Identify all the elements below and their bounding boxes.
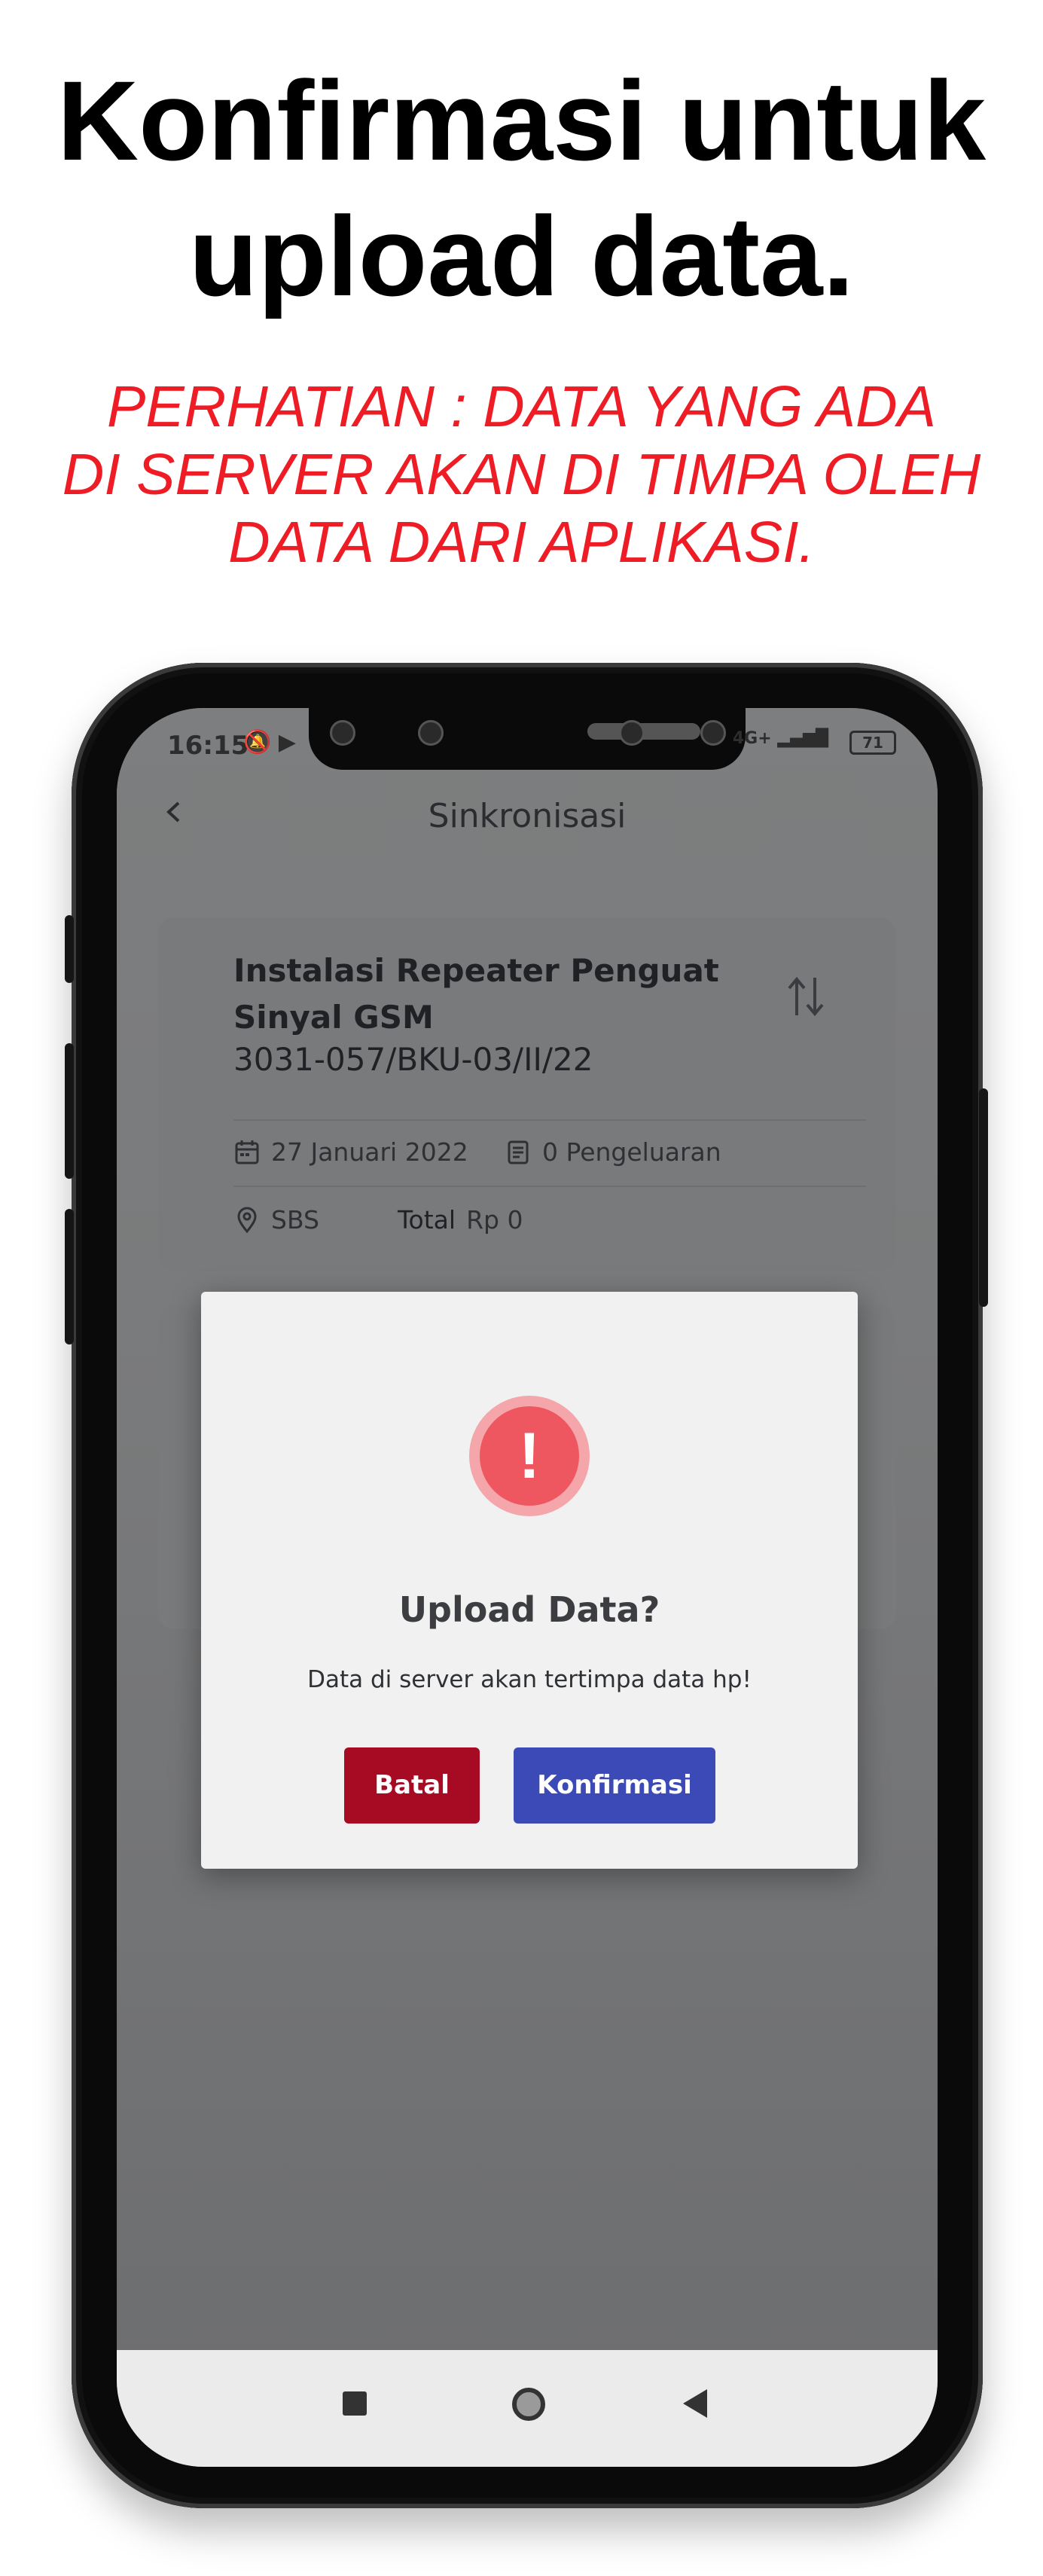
headline-line-2: upload data. xyxy=(188,193,855,319)
card-date: 27 Januari 2022 xyxy=(233,1137,468,1167)
alert-icon: ! xyxy=(469,1396,590,1516)
card-total: Total Rp 0 xyxy=(398,1205,523,1235)
phone-volume-down-button xyxy=(65,1209,74,1344)
signal-icon: ▂▄▆█ xyxy=(777,729,828,748)
confirm-button[interactable]: Konfirmasi xyxy=(514,1747,715,1824)
card-location-text: SBS xyxy=(271,1205,319,1235)
camera-notch xyxy=(309,708,746,770)
card-expenses-text: 0 Pengeluaran xyxy=(542,1137,721,1167)
cancel-button[interactable]: Batal xyxy=(344,1747,480,1824)
card-divider xyxy=(233,1119,866,1121)
home-icon[interactable] xyxy=(512,2388,545,2421)
exclamation-icon: ! xyxy=(480,1406,579,1506)
dialog-message: Data di server akan tertimpa data hp! xyxy=(307,1666,752,1693)
system-nav-bar xyxy=(117,2350,938,2467)
card-date-text: 27 Januari 2022 xyxy=(271,1137,468,1167)
phone-power-button xyxy=(979,1088,988,1307)
headline-line-1: Konfirmasi untuk xyxy=(56,57,987,184)
card-location: SBS xyxy=(233,1205,319,1235)
phone-screen: 16:15 🔕 ▶ 4G+ ▂▄▆█ 71 Sinkronisasi Insta… xyxy=(117,708,938,2467)
phone-volume-up-button xyxy=(65,1043,74,1179)
app-title: Sinkronisasi xyxy=(428,797,627,835)
back-triangle-icon[interactable] xyxy=(683,2389,707,2418)
battery-icon: 71 xyxy=(849,731,896,755)
sensor-icon xyxy=(619,720,645,746)
card-code: 3031-057/BKU-03/II/22 xyxy=(233,1041,593,1078)
status-notification-icons: 🔕 ▶ xyxy=(243,729,296,755)
headline: Konfirmasi untuk upload data. xyxy=(0,53,1043,324)
signal-status: 4G+ ▂▄▆█ xyxy=(733,729,828,748)
card-total-label: Total xyxy=(398,1205,456,1235)
youtube-icon: ▶ xyxy=(278,729,296,755)
card-divider xyxy=(233,1186,866,1187)
receipt-icon xyxy=(508,1140,529,1164)
front-camera-icon xyxy=(700,720,726,746)
confirm-dialog: ! Upload Data? Data di server akan terti… xyxy=(201,1292,858,1869)
card-total-value: Rp 0 xyxy=(466,1205,523,1235)
sync-card[interactable]: Instalasi Repeater Penguat Sinyal GSM 30… xyxy=(158,917,896,1271)
card-title: Instalasi Repeater Penguat Sinyal GSM xyxy=(233,952,719,1036)
status-time: 16:15 xyxy=(167,731,249,761)
calendar-icon xyxy=(235,1140,259,1164)
phone-side-button xyxy=(65,915,74,983)
bell-off-icon: 🔕 xyxy=(243,729,272,755)
front-camera-icon xyxy=(330,720,355,746)
dialog-title: Upload Data? xyxy=(398,1589,660,1630)
warning-text: PERHATIAN : DATA YANG ADA DI SERVER AKAN… xyxy=(62,374,981,575)
card-expenses: 0 Pengeluaran xyxy=(505,1137,721,1167)
location-pin-icon xyxy=(237,1207,257,1233)
recent-apps-icon[interactable] xyxy=(343,2391,367,2416)
network-type: 4G+ xyxy=(732,729,772,748)
sensor-icon xyxy=(418,720,444,746)
sync-arrows-icon[interactable] xyxy=(783,970,828,1023)
